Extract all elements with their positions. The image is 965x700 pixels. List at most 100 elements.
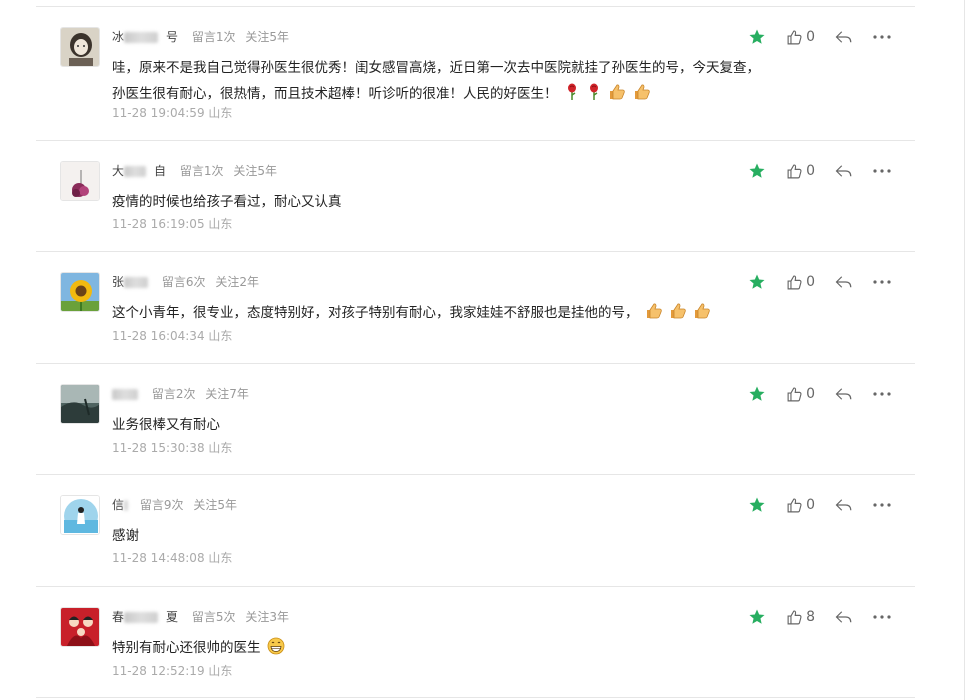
timestamp: 11-28 14:48:08: [112, 551, 205, 565]
nickname[interactable]: 张: [112, 273, 124, 291]
timestamp: 11-28 16:19:05: [112, 217, 205, 231]
comment-text: 这个小青年，很专业，态度特别好，对孩子特别有耐心，我家娃娃不舒服也是挂他的号，: [112, 305, 639, 321]
nickname-masked: [124, 500, 129, 511]
avatar[interactable]: [60, 161, 100, 201]
star-button[interactable]: [748, 28, 766, 46]
like-count: 0: [806, 163, 815, 179]
nickname-tail: 夏: [166, 610, 179, 624]
star-button[interactable]: [748, 608, 766, 626]
thumbs-up-icon: [787, 610, 802, 624]
rose-icon: [586, 83, 602, 110]
comment-list: 冰 号 留言1次 关注5年 哇，原来不是我自己觉得孙医生很优秀！闺女感冒高烧，近日…: [36, 0, 915, 700]
nickname-masked: [124, 277, 149, 288]
reply-arrow-icon: [835, 499, 852, 511]
like-button[interactable]: 0: [786, 497, 815, 514]
more-button[interactable]: [873, 391, 891, 397]
reply-button[interactable]: [835, 386, 853, 402]
thumbs-up-emoji-icon: [633, 83, 651, 110]
more-dots-icon: [873, 280, 891, 284]
more-button[interactable]: [873, 614, 891, 620]
timestamp: 11-28 16:04:34: [112, 329, 205, 343]
thumbs-up-icon: [787, 498, 802, 512]
comment-text: 业务很棒又有耐心: [112, 417, 220, 433]
reply-button[interactable]: [835, 274, 853, 290]
nickname[interactable]: 信: [112, 496, 124, 514]
comment-time: 11-28 12:52:19 山东: [112, 662, 232, 679]
comment-actions: 0: [728, 27, 891, 47]
timestamp: 11-28 15:30:38: [112, 441, 205, 455]
nickname-masked: [124, 32, 159, 43]
comment-text-block: 业务很棒又有耐心: [112, 412, 772, 438]
grin-emoji-icon: [267, 637, 285, 664]
like-count: 8: [806, 609, 815, 625]
comment-meta: 留言2次 关注7年: [112, 385, 255, 403]
message-count: 留言1次: [191, 30, 236, 44]
nickname[interactable]: 春: [112, 608, 124, 626]
more-button[interactable]: [873, 168, 891, 174]
comment-actions: 0: [728, 384, 891, 404]
star-button[interactable]: [748, 162, 766, 180]
more-dots-icon: [873, 503, 891, 507]
like-button[interactable]: 0: [786, 163, 815, 180]
reply-arrow-icon: [835, 388, 852, 400]
like-button[interactable]: 0: [786, 29, 815, 46]
nickname-masked: [124, 612, 159, 623]
reply-arrow-icon: [835, 611, 852, 623]
nickname-tail: 号: [166, 30, 179, 44]
follow-duration: 关注7年: [205, 387, 249, 401]
more-dots-icon: [873, 615, 891, 619]
reply-button[interactable]: [835, 609, 853, 625]
comment-meta: 信 留言9次 关注5年: [112, 496, 243, 514]
comment-text-block: 特别有耐心还很帅的医生: [112, 635, 772, 664]
avatar[interactable]: [60, 607, 100, 647]
reply-button[interactable]: [835, 497, 853, 513]
star-icon: [749, 497, 765, 512]
like-button[interactable]: 0: [786, 386, 815, 403]
comment-meta: 春 夏 留言5次 关注3年: [112, 608, 295, 626]
reply-button[interactable]: [835, 29, 853, 45]
thumbs-up-emoji-icon: [645, 302, 663, 329]
like-button[interactable]: 0: [786, 274, 815, 291]
message-count: 留言6次: [161, 275, 206, 289]
comment-time: 11-28 19:04:59 山东: [112, 104, 232, 121]
like-count: 0: [806, 386, 815, 402]
more-button[interactable]: [873, 279, 891, 285]
comment-item: 留言2次 关注7年 业务很棒又有耐心 11-28 15:30:38 山东 0: [36, 364, 915, 475]
comment-item: 冰 号 留言1次 关注5年 哇，原来不是我自己觉得孙医生很优秀！闺女感冒高烧，近日…: [36, 7, 915, 141]
reply-arrow-icon: [835, 31, 852, 43]
star-icon: [749, 163, 765, 178]
star-button[interactable]: [748, 496, 766, 514]
comment-text-block: 疫情的时候也给孩子看过，耐心又认真: [112, 189, 772, 215]
comment-item: 张 留言6次 关注2年 这个小青年，很专业，态度特别好，对孩子特别有耐心，我家娃…: [36, 252, 915, 364]
avatar[interactable]: [60, 27, 100, 67]
nickname[interactable]: 大: [112, 162, 124, 180]
nickname[interactable]: 冰: [112, 28, 124, 46]
comment-actions: 0: [728, 272, 891, 292]
follow-duration: 关注5年: [193, 498, 237, 512]
thumbs-up-emoji-icon: [669, 302, 687, 329]
like-button[interactable]: 8: [786, 609, 815, 626]
comment-text-block: 这个小青年，很专业，态度特别好，对孩子特别有耐心，我家娃娃不舒服也是挂他的号，: [112, 300, 772, 329]
more-button[interactable]: [873, 34, 891, 40]
star-icon: [749, 29, 765, 44]
comment-time: 11-28 14:48:08 山东: [112, 549, 232, 566]
comment-meta: 冰 号 留言1次 关注5年: [112, 28, 295, 46]
region: 山东: [208, 664, 233, 678]
comment-actions: 8: [728, 607, 891, 627]
avatar[interactable]: [60, 495, 100, 535]
rose-icon: [564, 83, 580, 110]
comment-meta: 张 留言6次 关注2年: [112, 273, 265, 291]
comment-text: 疫情的时候也给孩子看过，耐心又认真: [112, 194, 342, 210]
avatar[interactable]: [60, 272, 100, 312]
avatar[interactable]: [60, 384, 100, 424]
star-button[interactable]: [748, 273, 766, 291]
star-button[interactable]: [748, 385, 766, 403]
message-count: 留言5次: [191, 610, 236, 624]
thumbs-up-icon: [787, 275, 802, 289]
follow-duration: 关注5年: [233, 164, 277, 178]
comment-actions: 0: [728, 495, 891, 515]
thumbs-up-icon: [787, 30, 802, 44]
reply-button[interactable]: [835, 163, 853, 179]
follow-duration: 关注3年: [245, 610, 289, 624]
more-button[interactable]: [873, 502, 891, 508]
